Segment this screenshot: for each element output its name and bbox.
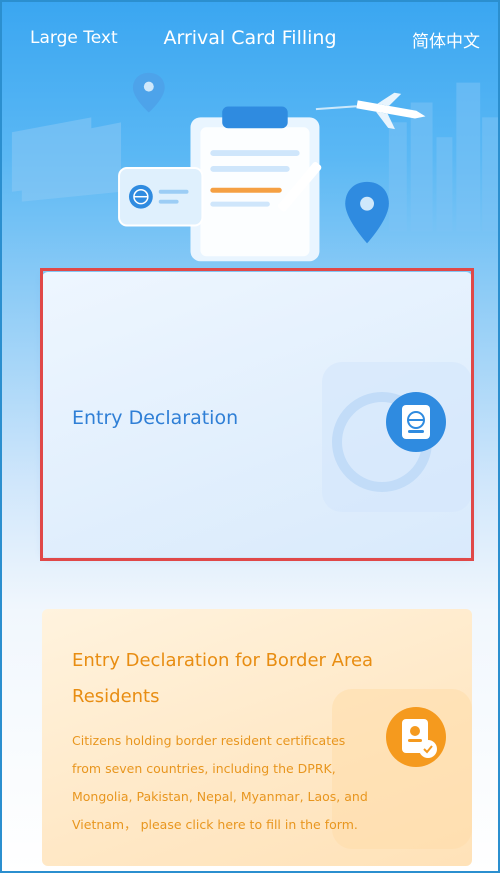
passport-icon: [386, 392, 446, 452]
language-switch[interactable]: 简体中文: [412, 27, 480, 52]
hero-illustration: [11, 72, 498, 262]
border-residents-description: Citizens holding border resident certifi…: [72, 733, 368, 832]
id-card-icon: [118, 166, 204, 227]
entry-declaration-label: Entry Declaration: [72, 407, 239, 429]
border-residents-card[interactable]: Entry Declaration for Border Area Reside…: [42, 609, 472, 866]
entry-declaration-card[interactable]: Entry Declaration: [42, 272, 472, 557]
resident-certificate-icon: [386, 707, 446, 767]
location-pin-large-icon: [345, 181, 389, 244]
location-pin-icon: [132, 72, 165, 113]
border-residents-label: Entry Declaration for Border Area Reside…: [72, 650, 374, 707]
